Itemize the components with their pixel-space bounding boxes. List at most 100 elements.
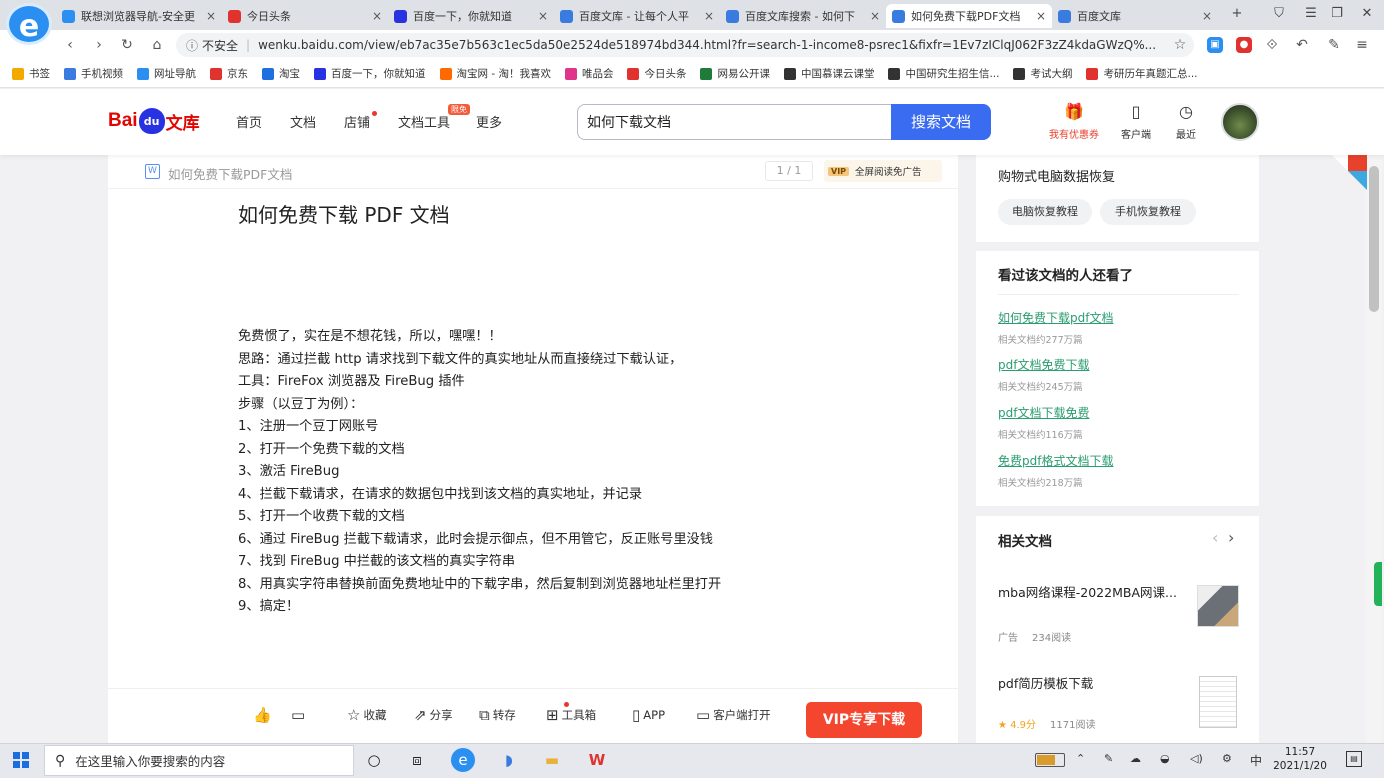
nav-shop[interactable]: 店铺 — [344, 112, 370, 131]
related-doc-thumbnail[interactable] — [1197, 585, 1239, 627]
chevron-left-icon[interactable]: ‹ — [1212, 528, 1218, 547]
baidu-wenku-logo[interactable]: Bai du 文库 — [108, 106, 200, 136]
bookmark-star-icon[interactable]: ☆ — [1170, 35, 1190, 55]
browser-tab[interactable]: 百度文库× — [1052, 4, 1218, 28]
browser-logo-icon[interactable]: e — [6, 3, 52, 45]
chevron-right-icon[interactable]: › — [1228, 528, 1234, 547]
toolbar-save-button[interactable]: ⧉转存 — [479, 706, 516, 724]
browser-tab[interactable]: 百度一下，你就知道× — [388, 4, 554, 28]
toolbar-comment-button[interactable]: ▭ — [291, 706, 308, 724]
bookmark-item[interactable]: 京东 — [210, 66, 248, 81]
bookmark-item[interactable]: 考研历年真题汇总... — [1086, 66, 1197, 81]
bookmark-item[interactable]: 中国慕课云课堂 — [784, 66, 875, 81]
task-view-icon[interactable]: ⧈ — [405, 748, 429, 772]
undo-icon[interactable]: ↶ — [1292, 35, 1312, 55]
also-viewed-link[interactable]: 免费pdf格式文档下载 — [998, 452, 1113, 469]
address-bar[interactable]: ⓘ 不安全 | wenku.baidu.com/view/eb7ac35e7b5… — [176, 33, 1194, 57]
toolbar-toolbox-button[interactable]: ⊞工具箱 — [546, 706, 596, 724]
related-doc-title[interactable]: mba网络课程-2022MBA网课... — [998, 582, 1177, 601]
toolbar-share-button[interactable]: ⇗分享 — [414, 706, 453, 724]
pen-icon[interactable]: ✎ — [1104, 752, 1113, 765]
reload-icon[interactable]: ↻ — [117, 35, 137, 55]
bookmark-item[interactable]: 网易公开课 — [700, 66, 770, 81]
file-explorer-icon[interactable]: ▬ — [540, 748, 564, 772]
scrollbar-thumb[interactable] — [1369, 166, 1379, 312]
browser-taskbar-icon[interactable]: e — [451, 748, 475, 772]
page-indicator[interactable]: 1 / 1 — [765, 161, 813, 181]
vip-no-ads-button[interactable]: VIP 全屏阅读免广告 — [824, 160, 942, 182]
network-icon[interactable]: ◒ — [1160, 752, 1170, 765]
toolbar-thumbs-up-button[interactable]: 👍 — [253, 706, 275, 724]
bookmark-item[interactable]: 今日头条 — [627, 66, 686, 81]
recent-button[interactable]: ◷ 最近 — [1156, 102, 1216, 141]
bookmark-item[interactable]: 中国研究生招生信... — [888, 66, 999, 81]
extension-icon[interactable]: ● — [1236, 37, 1252, 53]
close-icon[interactable]: × — [1036, 9, 1046, 23]
input-method[interactable]: 中 — [1250, 752, 1262, 769]
cloud-icon[interactable]: ☁ — [1130, 752, 1141, 765]
toolbar-monitor-button[interactable]: ▭客户端打开 — [696, 706, 771, 724]
bookmark-item[interactable]: 网址导航 — [137, 66, 196, 81]
volume-icon[interactable]: ◁) — [1190, 752, 1203, 765]
nav-doc-tools[interactable]: 文档工具 — [398, 112, 450, 131]
also-viewed-link[interactable]: pdf文档免费下载 — [998, 356, 1089, 373]
chip-phone-recovery[interactable]: 手机恢复教程 — [1100, 199, 1196, 225]
notification-icon[interactable]: ▤ — [1346, 751, 1362, 767]
forward-icon[interactable]: › — [89, 35, 109, 55]
clock[interactable]: 11:57 2021/1/20 — [1262, 745, 1338, 773]
restore-window-button[interactable]: ❐ — [1326, 4, 1348, 24]
side-widget-tab[interactable] — [1374, 562, 1382, 606]
close-icon[interactable]: × — [372, 9, 382, 23]
related-doc-title[interactable]: pdf简历模板下载 — [998, 673, 1093, 692]
home-icon[interactable]: ⌂ — [147, 35, 167, 55]
nav-more[interactable]: 更多 — [476, 112, 502, 131]
nav-docs[interactable]: 文档 — [290, 112, 316, 131]
close-icon[interactable]: × — [1202, 9, 1212, 23]
back-icon[interactable]: ‹ — [60, 35, 80, 55]
bookmark-item[interactable]: 书签 — [12, 66, 50, 81]
extension-icon[interactable]: ▣ — [1207, 37, 1223, 53]
bookmark-item[interactable]: 唯品会 — [565, 66, 614, 81]
bookmark-item[interactable]: 淘宝 — [262, 66, 300, 81]
browser-tab[interactable]: 百度文库搜索 - 如何下× — [720, 4, 886, 28]
close-window-button[interactable]: ✕ — [1356, 4, 1378, 24]
search-button[interactable]: 搜索文档 — [891, 104, 991, 140]
browser-tab[interactable]: 联想浏览器导航-安全更× — [56, 4, 222, 28]
taskbar-search[interactable]: ⚲ 在这里输入你要搜索的内容 — [44, 745, 354, 776]
also-viewed-link[interactable]: 如何免费下载pdf文档 — [998, 309, 1113, 326]
browser-tab[interactable]: 百度文库 - 让每个人平× — [554, 4, 720, 28]
browser-tab[interactable]: 今日头条× — [222, 4, 388, 28]
browser-tab[interactable]: 如何免费下载PDF文档× — [886, 4, 1052, 28]
toolbar-star-button[interactable]: ☆收藏 — [347, 706, 386, 724]
chip-pc-recovery[interactable]: 电脑恢复教程 — [998, 199, 1092, 225]
search-input[interactable] — [577, 104, 893, 140]
close-icon[interactable]: × — [206, 9, 216, 23]
recovery-line[interactable]: 购物式电脑数据恢复 — [998, 166, 1115, 185]
shield-icon[interactable]: ⛉ — [1268, 4, 1290, 24]
chevron-up-icon[interactable]: ⌃ — [1076, 752, 1085, 765]
menu-icon[interactable]: ≡ — [1352, 35, 1372, 55]
bookmark-item[interactable]: 淘宝网 - 淘！我喜欢 — [440, 66, 551, 81]
bookmark-item[interactable]: 百度一下，你就知道 — [314, 66, 426, 81]
settings-icon[interactable]: ⚙ — [1222, 752, 1232, 765]
windows-start-icon[interactable] — [13, 752, 29, 768]
extension-icon[interactable]: ⟐ — [1262, 35, 1282, 55]
wps-icon[interactable]: W — [585, 748, 609, 772]
cortana-icon[interactable]: ○ — [362, 748, 386, 772]
new-tab-button[interactable]: + — [1226, 4, 1248, 24]
avatar[interactable] — [1221, 103, 1259, 141]
nav-home[interactable]: 首页 — [236, 112, 262, 131]
close-icon[interactable]: × — [870, 9, 880, 23]
vip-download-button[interactable]: VIP专享下载 — [806, 702, 922, 738]
related-doc-thumbnail[interactable] — [1199, 676, 1237, 728]
bookmark-item[interactable]: 手机视频 — [64, 66, 123, 81]
tools-icon[interactable]: ✎ — [1324, 35, 1344, 55]
app-taskbar-icon[interactable]: ◗ — [497, 748, 521, 772]
coupon-button[interactable]: 🎁 我有优惠券 — [1044, 102, 1104, 141]
toolbar-phone-button[interactable]: ▯APP — [632, 706, 665, 724]
close-icon[interactable]: × — [538, 9, 548, 23]
also-viewed-link[interactable]: pdf文档下载免费 — [998, 404, 1089, 421]
close-icon[interactable]: × — [704, 9, 714, 23]
bookmark-item[interactable]: 考试大纲 — [1013, 66, 1072, 81]
menu-icon[interactable]: ☰ — [1300, 4, 1322, 24]
